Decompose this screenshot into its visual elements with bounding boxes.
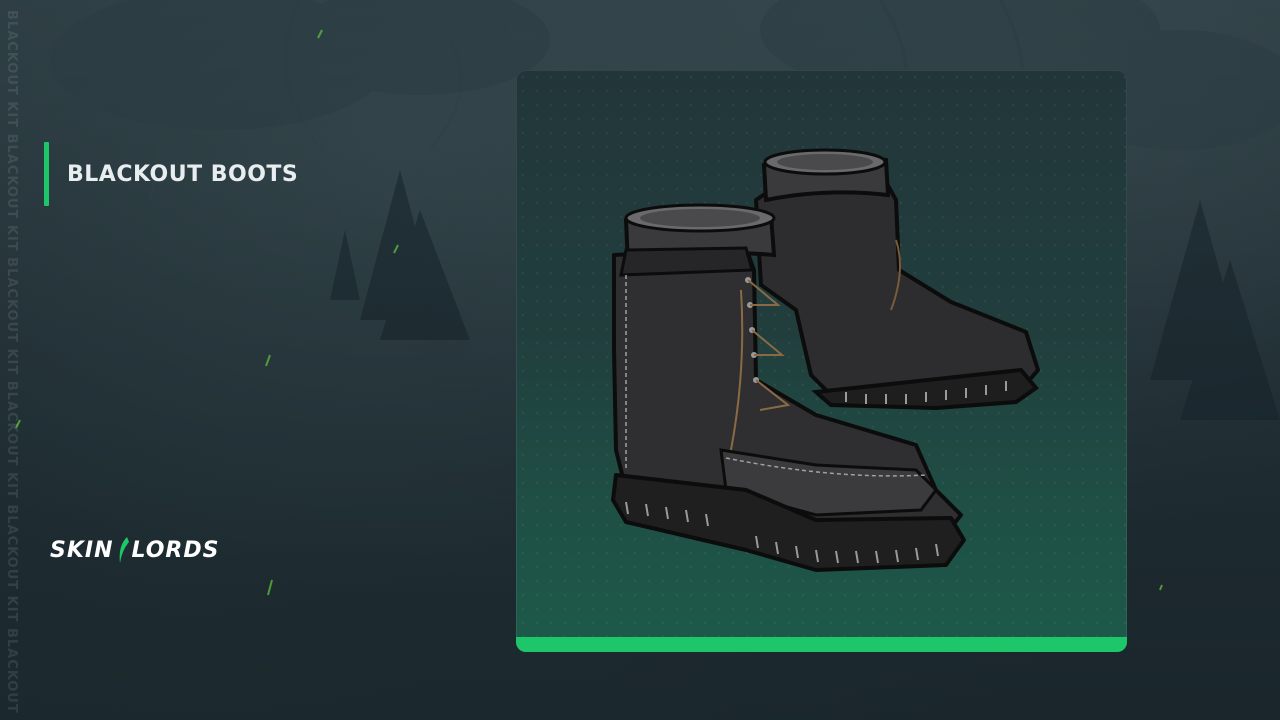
back-boot <box>754 148 1040 411</box>
brand-logo: SKIN LORDS <box>50 536 219 564</box>
watermark-column: BLACKOUT KIT BLACKOUT KIT BLACKOUT KIT B… <box>4 0 22 720</box>
boots-image <box>611 148 1040 572</box>
item-title: BLACKOUT BOOTS <box>67 161 299 187</box>
blade-icon <box>119 537 129 563</box>
title-block: BLACKOUT BOOTS <box>44 142 298 206</box>
card-accent-underline <box>516 637 1127 652</box>
accent-bar <box>44 142 49 206</box>
item-card <box>516 70 1127 652</box>
watermark-text: BLACKOUT KIT BLACKOUT KIT BLACKOUT KIT B… <box>4 10 19 720</box>
brand-logo-right: LORDS <box>131 537 220 563</box>
brand-logo-left: SKIN <box>50 537 114 563</box>
